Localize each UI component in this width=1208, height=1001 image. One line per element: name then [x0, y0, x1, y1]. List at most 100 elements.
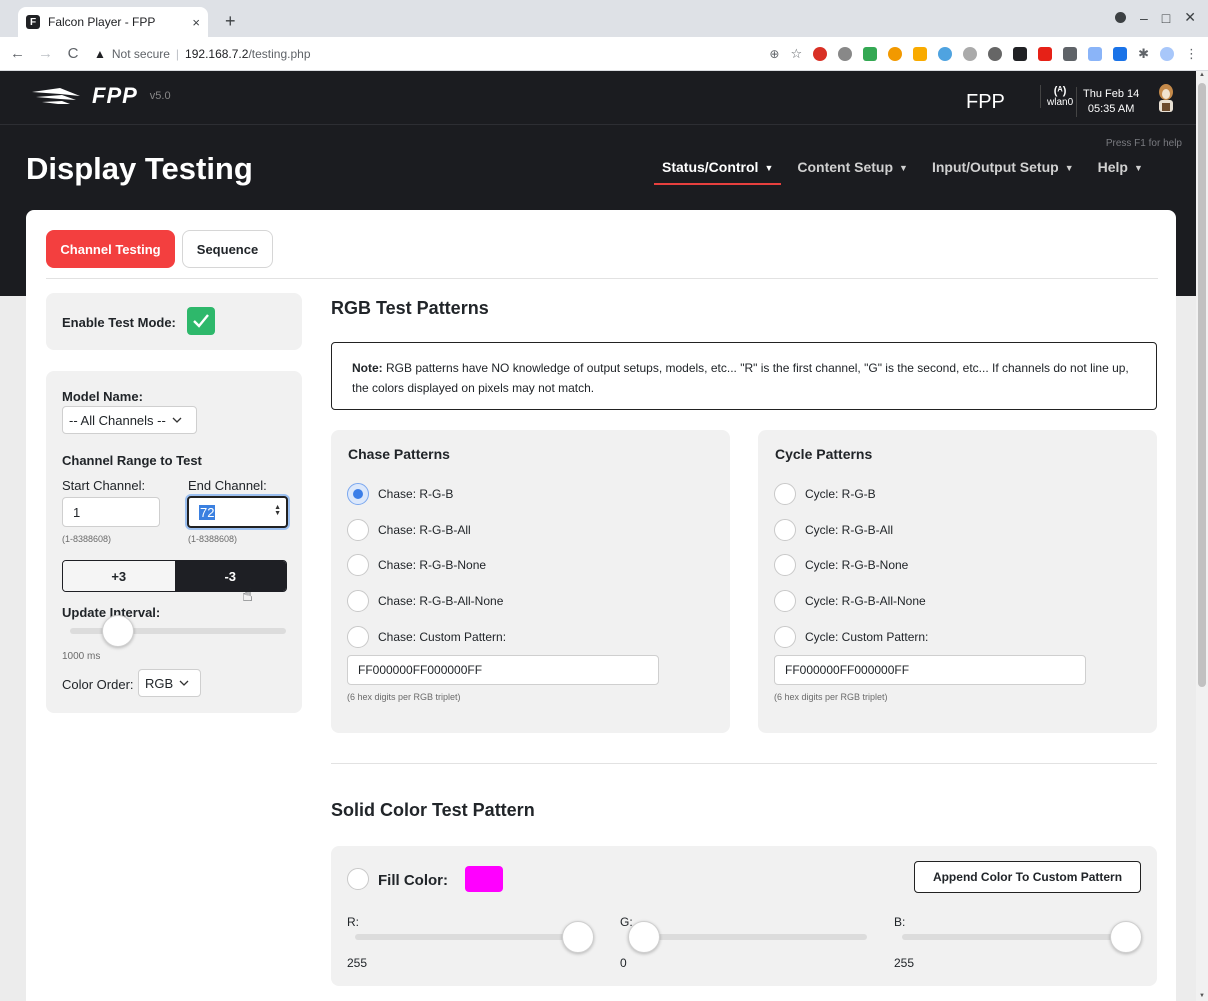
close-window-icon[interactable]: ✕: [1184, 9, 1196, 26]
scroll-up-arrow-icon[interactable]: ▲: [1199, 72, 1205, 78]
chevron-down-icon: [172, 417, 182, 423]
warning-icon: ▲: [94, 46, 106, 61]
enable-test-mode-checkbox[interactable]: [187, 307, 215, 335]
red-slider-track[interactable]: [355, 934, 585, 940]
chase-option-rgb-all-none[interactable]: Chase: R-G-B-All-None: [347, 590, 503, 612]
cycle-custom-pattern-input[interactable]: FF000000FF000000FF: [774, 655, 1086, 685]
plus-three-button[interactable]: +3: [63, 561, 175, 591]
radio-icon[interactable]: [347, 590, 369, 612]
page-scrollbar[interactable]: ▲ ▼: [1196, 71, 1208, 1001]
brand-logo[interactable]: FPP v5.0: [30, 83, 171, 109]
cycle-option-rgb-none[interactable]: Cycle: R-G-B-None: [774, 554, 908, 576]
network-status[interactable]: (ᴬ) wlan0: [1040, 85, 1073, 108]
cycle-option-custom[interactable]: Cycle: Custom Pattern:: [774, 626, 928, 648]
address-bar[interactable]: ▲ Not secure | 192.168.7.2/testing.php: [94, 47, 311, 61]
end-channel-input[interactable]: 72 ▲ ▼: [187, 496, 288, 528]
cycle-patterns-card: Cycle Patterns Cycle: R-G-B Cycle: R-G-B…: [758, 430, 1157, 733]
nav-input-output-setup[interactable]: Input/Output Setup ▼: [920, 159, 1086, 185]
radio-icon[interactable]: [774, 483, 796, 505]
minimize-icon[interactable]: –: [1140, 10, 1148, 26]
spinner-arrows-icon[interactable]: ▲ ▼: [274, 504, 281, 517]
extension-youtube-icon[interactable]: [1038, 47, 1053, 61]
user-avatar-icon[interactable]: [1155, 83, 1177, 113]
scroll-down-arrow-icon[interactable]: ▼: [1199, 993, 1205, 999]
nav-help[interactable]: Help ▼: [1086, 159, 1155, 185]
nav-status-control[interactable]: Status/Control ▼: [650, 159, 785, 185]
chase-patterns-card: Chase Patterns Chase: R-G-B Chase: R-G-B…: [331, 430, 730, 733]
cycle-option-rgb[interactable]: Cycle: R-G-B: [774, 483, 876, 505]
radio-icon[interactable]: [347, 554, 369, 576]
blue-slider-track[interactable]: [902, 934, 1136, 940]
fill-color-swatch[interactable]: [465, 866, 503, 892]
extension-bottle-icon[interactable]: [1088, 47, 1103, 61]
extension-slate-icon[interactable]: [1063, 47, 1078, 61]
radio-selected-icon[interactable]: [347, 483, 369, 505]
tab-sequence[interactable]: Sequence: [182, 230, 273, 268]
profile-icon[interactable]: [1115, 12, 1126, 23]
zoom-icon[interactable]: ⊕: [769, 47, 779, 61]
radio-icon[interactable]: [774, 590, 796, 612]
extension-terminal-icon[interactable]: [1013, 47, 1028, 61]
cycle-option-rgb-all[interactable]: Cycle: R-G-B-All: [774, 519, 893, 541]
radio-icon[interactable]: [774, 626, 796, 648]
cycle-custom-hint: (6 hex digits per RGB triplet): [774, 692, 888, 702]
close-tab-icon[interactable]: ×: [192, 15, 200, 30]
extension-dark-icon[interactable]: [988, 47, 1003, 61]
note-bold-label: Note:: [352, 361, 383, 375]
radio-icon[interactable]: [347, 626, 369, 648]
help-hint: Press F1 for help: [1105, 138, 1182, 149]
radio-icon[interactable]: [347, 519, 369, 541]
fill-color-radio[interactable]: [347, 868, 369, 890]
browser-menu-icon[interactable]: ⋮: [1185, 46, 1198, 62]
cycle-patterns-title: Cycle Patterns: [775, 446, 873, 462]
profile-avatar-icon[interactable]: [1160, 47, 1174, 61]
start-channel-range: (1-8388608): [62, 534, 112, 544]
extension-gear-icon[interactable]: [838, 47, 853, 61]
append-color-button[interactable]: Append Color To Custom Pattern: [914, 861, 1141, 893]
chase-custom-pattern-input[interactable]: FF000000FF000000FF: [347, 655, 659, 685]
extension-red-icon[interactable]: [813, 47, 828, 61]
header-divider: [0, 124, 1196, 125]
bookmark-star-icon[interactable]: ☆: [790, 46, 802, 62]
extension-grey-icon[interactable]: [963, 47, 978, 61]
channel-step-group: +3 -3: [62, 560, 287, 592]
nav-content-setup[interactable]: Content Setup ▼: [785, 159, 920, 185]
red-slider[interactable]: [562, 921, 594, 953]
tab-title: Falcon Player - FPP: [48, 15, 156, 29]
start-channel-input[interactable]: 1: [62, 497, 160, 527]
maximize-icon[interactable]: □: [1162, 10, 1170, 26]
reload-icon[interactable]: C: [66, 45, 80, 62]
forward-icon[interactable]: →: [38, 45, 53, 62]
extension-green-icon[interactable]: [863, 47, 878, 61]
green-slider-track[interactable]: [637, 934, 867, 940]
minus-three-button[interactable]: -3: [174, 561, 286, 591]
update-interval-slider[interactable]: [101, 615, 134, 647]
radio-icon[interactable]: [774, 554, 796, 576]
checkmark-icon: [193, 314, 209, 328]
color-order-select[interactable]: RGB: [138, 669, 201, 697]
cycle-option-rgb-all-none[interactable]: Cycle: R-G-B-All-None: [774, 590, 926, 612]
chase-option-rgb-none[interactable]: Chase: R-G-B-None: [347, 554, 486, 576]
extension-orange-icon[interactable]: [888, 47, 903, 61]
radio-icon[interactable]: [774, 519, 796, 541]
extension-blue-icon[interactable]: [938, 47, 953, 61]
rgb-note: Note: RGB patterns have NO knowledge of …: [331, 342, 1157, 410]
extension-feather-icon[interactable]: [1113, 47, 1128, 61]
browser-tab[interactable]: F Falcon Player - FPP ×: [18, 7, 208, 37]
blue-slider[interactable]: [1110, 921, 1142, 953]
green-slider[interactable]: [628, 921, 660, 953]
chase-option-rgb[interactable]: Chase: R-G-B: [347, 483, 453, 505]
chase-option-custom[interactable]: Chase: Custom Pattern:: [347, 626, 506, 648]
new-tab-button[interactable]: +: [225, 11, 236, 32]
blue-label: B:: [894, 915, 906, 929]
model-name-select[interactable]: -- All Channels --: [62, 406, 197, 434]
caret-down-icon: ▼: [899, 163, 908, 174]
tab-channel-testing[interactable]: Channel Testing: [46, 230, 175, 268]
chase-option-rgb-all[interactable]: Chase: R-G-B-All: [347, 519, 471, 541]
extension-amber-icon[interactable]: [913, 47, 928, 61]
scrollbar-thumb[interactable]: [1198, 83, 1206, 687]
update-interval-value: 1000 ms: [62, 651, 101, 662]
back-icon[interactable]: ←: [10, 45, 25, 62]
red-value: 255: [347, 956, 368, 970]
extensions-puzzle-icon[interactable]: ✱: [1138, 46, 1149, 62]
